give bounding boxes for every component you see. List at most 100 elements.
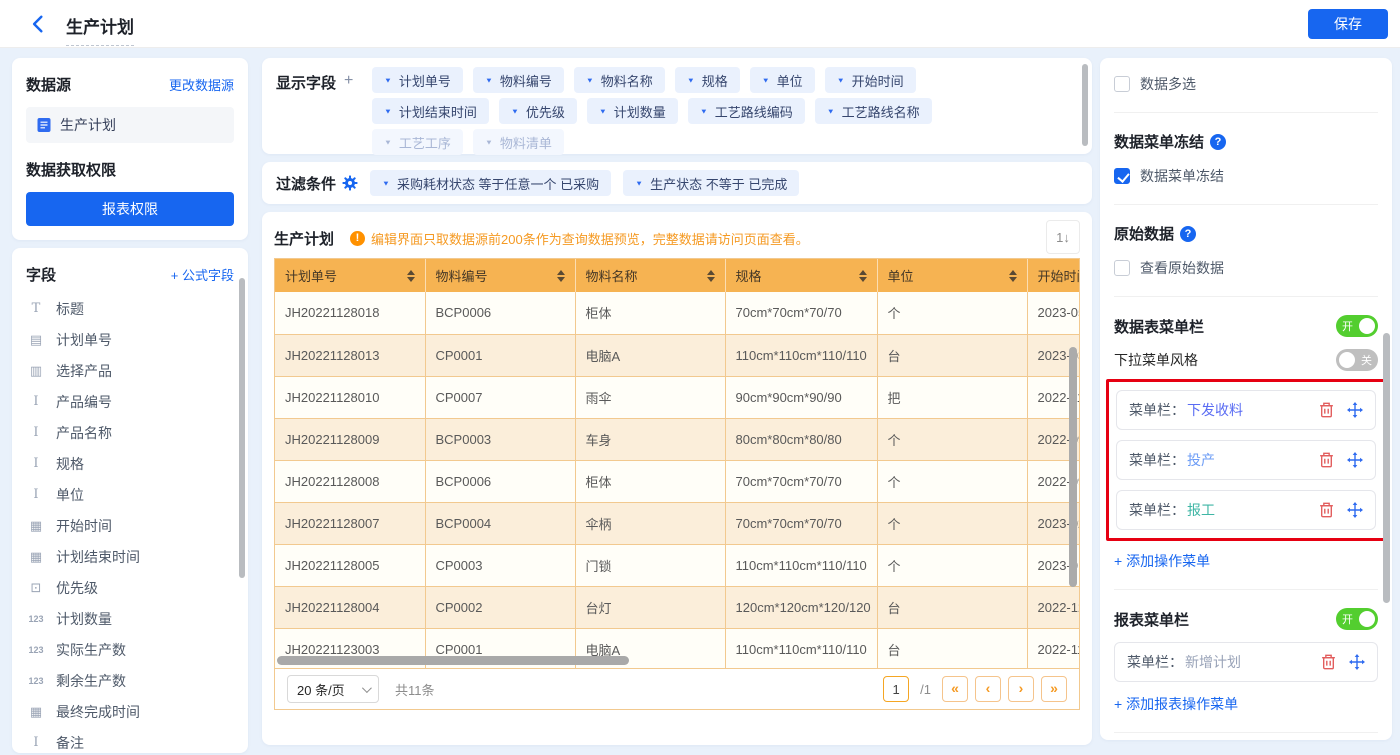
trash-icon[interactable] <box>1319 402 1334 418</box>
menu-action-link[interactable]: 报工 <box>1187 500 1215 520</box>
column-header[interactable]: 单位 <box>877 259 1027 292</box>
display-field-tag[interactable]: ▼计划结束时间 <box>372 98 489 124</box>
page-size-select[interactable]: 20 条/页 <box>287 675 379 703</box>
menu-action-link[interactable]: 投产 <box>1187 450 1215 470</box>
dropdown-style-toggle[interactable]: 关 <box>1336 349 1378 371</box>
menu-action-link[interactable]: 新增计划 <box>1185 652 1241 672</box>
sort-order-button[interactable]: 1↓ <box>1046 220 1080 254</box>
report-menu-toggle[interactable]: 开 <box>1336 608 1378 630</box>
display-field-tag-disabled[interactable]: ▼工艺工序 <box>372 129 463 155</box>
column-header[interactable]: 物料编号 <box>425 259 575 292</box>
add-field-button[interactable]: + <box>344 72 353 160</box>
table-row: JH20221128009BCP0003车身80cm*80cm*80/80个20… <box>275 418 1079 460</box>
field-item-priority[interactable]: ⊡优先级 <box>26 572 234 603</box>
field-item-remark[interactable]: I备注 <box>26 727 234 753</box>
back-button[interactable] <box>28 14 48 34</box>
field-item-start-time[interactable]: ▦开始时间 <box>26 510 234 541</box>
last-page-button[interactable]: » <box>1041 676 1067 702</box>
chevron-down-icon: ▼ <box>837 76 845 84</box>
current-page-box[interactable]: 1 <box>883 676 909 702</box>
checkbox-checked[interactable] <box>1114 168 1130 184</box>
number-icon: 123 <box>26 676 46 686</box>
table-title: 生产计划 <box>274 228 334 249</box>
display-field-tag[interactable]: ▼单位 <box>750 67 815 93</box>
data-table: 计划单号 物料编号 物料名称 规格 单位 开始时间 JH20221128018B… <box>274 258 1080 710</box>
add-action-menu-link[interactable]: + 添加操作菜单 <box>1114 551 1210 571</box>
chevron-down-icon: ▼ <box>762 76 770 84</box>
scrollbar-thumb[interactable] <box>1383 333 1390 603</box>
move-icon[interactable] <box>1349 654 1365 670</box>
field-item-title[interactable]: T标题 <box>26 293 234 324</box>
field-item-product-no[interactable]: I产品编号 <box>26 386 234 417</box>
display-field-tag[interactable]: ▼工艺路线名称 <box>815 98 932 124</box>
vertical-scrollbar[interactable] <box>1069 347 1077 587</box>
display-field-tag[interactable]: ▼规格 <box>675 67 740 93</box>
field-item-unit[interactable]: I单位 <box>26 479 234 510</box>
report-permission-button[interactable]: 报表权限 <box>26 192 234 226</box>
move-icon[interactable] <box>1347 402 1363 418</box>
display-fields-panel: 显示字段 + ▼计划单号 ▼物料编号 ▼物料名称 ▼规格 ▼单位 ▼开始时间 ▼… <box>262 58 1092 154</box>
sort-icon[interactable] <box>407 270 415 282</box>
display-field-tag[interactable]: ▼物料编号 <box>473 67 564 93</box>
display-field-tag-disabled[interactable]: ▼物料清单 <box>473 129 564 155</box>
sort-icon[interactable] <box>557 270 565 282</box>
freeze-option[interactable]: 数据菜单冻结 <box>1114 166 1378 186</box>
text-icon: I <box>26 425 46 440</box>
checkbox-unchecked[interactable] <box>1114 76 1130 92</box>
field-item-final-time[interactable]: ▦最终完成时间 <box>26 696 234 727</box>
change-datasource-link[interactable]: 更改数据源 <box>169 75 234 94</box>
field-item-plan-qty[interactable]: 123计划数量 <box>26 603 234 634</box>
chevron-down-icon: ▼ <box>599 107 607 115</box>
scrollbar-thumb[interactable] <box>1082 64 1088 146</box>
table-menu-toggle[interactable]: 开 <box>1336 315 1378 337</box>
checkbox-unchecked[interactable] <box>1114 260 1130 276</box>
filter-condition-tag[interactable]: ▼采购耗材状态 等于任意一个 已采购 <box>370 170 611 196</box>
multi-select-option[interactable]: 数据多选 <box>1114 74 1378 94</box>
move-icon[interactable] <box>1347 502 1363 518</box>
column-header[interactable]: 开始时间 <box>1027 259 1079 292</box>
field-item-plan-no[interactable]: ▤计划单号 <box>26 324 234 355</box>
datasource-item[interactable]: 生产计划 <box>26 107 234 143</box>
view-raw-data-option[interactable]: 查看原始数据 <box>1114 258 1378 278</box>
field-item-actual-qty[interactable]: 123实际生产数 <box>26 634 234 665</box>
next-page-button[interactable]: › <box>1008 676 1034 702</box>
column-header[interactable]: 物料名称 <box>575 259 725 292</box>
field-item-spec[interactable]: I规格 <box>26 448 234 479</box>
horizontal-scrollbar[interactable] <box>277 656 629 665</box>
display-field-tag[interactable]: ▼物料名称 <box>574 67 665 93</box>
display-field-tag[interactable]: ▼计划单号 <box>372 67 463 93</box>
divider <box>1114 296 1378 297</box>
display-field-tag[interactable]: ▼开始时间 <box>825 67 916 93</box>
column-header[interactable]: 计划单号 <box>275 259 425 292</box>
filter-panel: 过滤条件 ▼采购耗材状态 等于任意一个 已采购 ▼生产状态 不等于 已完成 <box>262 162 1092 204</box>
add-report-menu-link[interactable]: + 添加报表操作菜单 <box>1114 694 1238 714</box>
chevron-down-icon: ▼ <box>485 138 493 146</box>
display-field-tag[interactable]: ▼工艺路线编码 <box>688 98 805 124</box>
sort-icon[interactable] <box>1009 270 1017 282</box>
first-page-button[interactable]: « <box>942 676 968 702</box>
product-select-icon: ▥ <box>26 363 46 379</box>
trash-icon[interactable] <box>1319 452 1334 468</box>
filter-title: 过滤条件 <box>276 173 336 194</box>
display-field-tag[interactable]: ▼计划数量 <box>587 98 678 124</box>
help-icon[interactable]: ? <box>1210 134 1226 150</box>
field-item-plan-end-time[interactable]: ▦计划结束时间 <box>26 541 234 572</box>
formula-field-link[interactable]: + 公式字段 <box>171 265 234 284</box>
sort-icon[interactable] <box>707 270 715 282</box>
field-item-remaining-qty[interactable]: 123剩余生产数 <box>26 665 234 696</box>
trash-icon[interactable] <box>1319 502 1334 518</box>
field-item-select-product[interactable]: ▥选择产品 <box>26 355 234 386</box>
help-icon[interactable]: ? <box>1180 226 1196 242</box>
field-item-product-name[interactable]: I产品名称 <box>26 417 234 448</box>
column-header[interactable]: 规格 <box>725 259 877 292</box>
prev-page-button[interactable]: ‹ <box>975 676 1001 702</box>
filter-condition-tag[interactable]: ▼生产状态 不等于 已完成 <box>623 170 799 196</box>
sort-icon[interactable] <box>859 270 867 282</box>
gear-icon[interactable] <box>342 175 358 191</box>
save-button[interactable]: 保存 <box>1308 9 1388 39</box>
display-field-tag[interactable]: ▼优先级 <box>499 98 577 124</box>
menu-action-link[interactable]: 下发收料 <box>1187 400 1243 420</box>
move-icon[interactable] <box>1347 452 1363 468</box>
trash-icon[interactable] <box>1321 654 1336 670</box>
scrollbar-thumb[interactable] <box>239 278 245 578</box>
